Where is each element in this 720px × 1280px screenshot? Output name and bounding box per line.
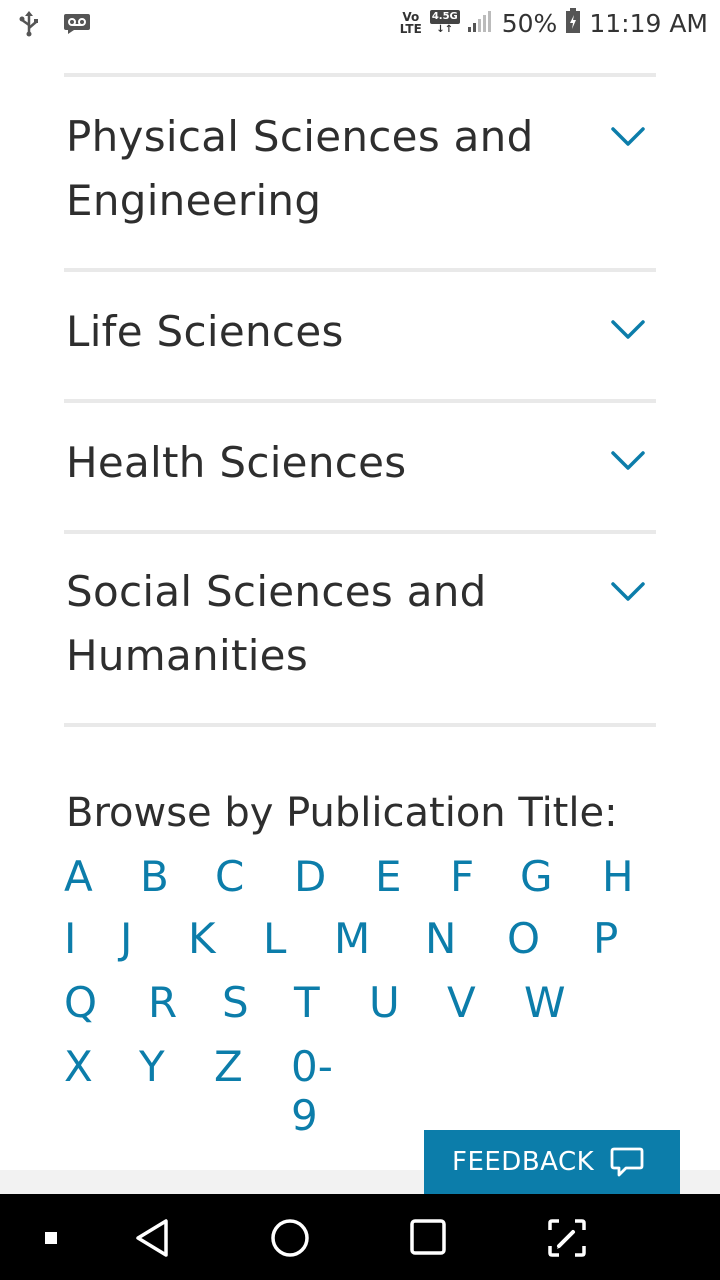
letter-link-j[interactable]: J (120, 914, 132, 963)
letter-link-v[interactable]: V (447, 978, 476, 1027)
letter-link-f[interactable]: F (450, 852, 474, 901)
volte-indicator: Vo LTE (399, 10, 422, 36)
accordion-item-label: Social Sciences and Humanities (66, 567, 487, 680)
signal-icon (467, 10, 494, 36)
letter-link-r[interactable]: R (148, 978, 177, 1027)
letter-link-u[interactable]: U (369, 978, 400, 1027)
letter-link-t[interactable]: T (294, 978, 320, 1027)
chevron-down-icon[interactable] (610, 318, 646, 342)
letter-link-e[interactable]: E (375, 852, 402, 901)
letter-link-a[interactable]: A (64, 852, 93, 901)
letter-link-l[interactable]: L (263, 914, 286, 963)
letter-link-b[interactable]: B (140, 852, 169, 901)
clock: 11:19 AM (589, 8, 708, 38)
usb-icon (18, 11, 40, 41)
screenshot-edit-icon[interactable] (547, 1218, 587, 1258)
accordion-item-label: Life Sciences (66, 307, 344, 356)
letter-link-i[interactable]: I (64, 914, 76, 963)
letter-link-p[interactable]: P (593, 914, 618, 963)
voicemail-icon (64, 14, 90, 38)
accordion-item-life-sciences[interactable]: Life Sciences (64, 272, 656, 399)
accordion-item-social-sciences[interactable]: Social Sciences and Humanities (64, 534, 656, 723)
accordion-item-physical-sciences[interactable]: Physical Sciences and Engineering (64, 77, 656, 268)
letter-link-m[interactable]: M (334, 914, 370, 963)
battery-percent: 50% (501, 8, 558, 38)
letter-link-w[interactable]: W (524, 978, 566, 1027)
recents-dot-icon[interactable] (44, 1231, 58, 1245)
letter-link-k[interactable]: K (188, 914, 216, 963)
accordion-item-health-sciences[interactable]: Health Sciences (64, 403, 656, 530)
letter-link-y[interactable]: Y (139, 1042, 165, 1091)
chevron-down-icon[interactable] (610, 125, 646, 149)
accordion-item-label: Physical Sciences and Engineering (66, 112, 534, 225)
letter-link-g[interactable]: G (520, 852, 553, 901)
feedback-label: FEEDBACK (452, 1147, 595, 1177)
browse-title: Browse by Publication Title: (66, 790, 618, 836)
letter-link-x[interactable]: X (64, 1042, 93, 1091)
chat-bubble-icon (610, 1147, 644, 1177)
status-bar: Vo LTE 4.5G ↓↑ 50% 11:19 AM (0, 0, 720, 50)
network-type-indicator: 4.5G ↓↑ (429, 10, 460, 35)
battery-icon (565, 8, 581, 38)
letter-link-z[interactable]: Z (214, 1042, 243, 1091)
letter-link-s[interactable]: S (222, 978, 249, 1027)
navigation-bar (0, 1194, 720, 1280)
letter-link-q[interactable]: Q (64, 978, 97, 1027)
letter-link-o[interactable]: O (507, 914, 540, 963)
feedback-button[interactable]: FEEDBACK (424, 1130, 680, 1194)
letter-link-0-9[interactable]: 0-9 (291, 1042, 333, 1140)
letter-link-h[interactable]: H (602, 852, 634, 901)
chevron-down-icon[interactable] (610, 580, 646, 604)
divider (64, 723, 656, 727)
overview-icon[interactable] (409, 1218, 447, 1256)
home-icon[interactable] (270, 1218, 310, 1258)
accordion-item-label: Health Sciences (66, 438, 407, 487)
letter-link-c[interactable]: C (215, 852, 244, 901)
chevron-down-icon[interactable] (610, 449, 646, 473)
back-icon[interactable] (134, 1218, 170, 1258)
letter-link-n[interactable]: N (425, 914, 456, 963)
letter-link-d[interactable]: D (294, 852, 326, 901)
